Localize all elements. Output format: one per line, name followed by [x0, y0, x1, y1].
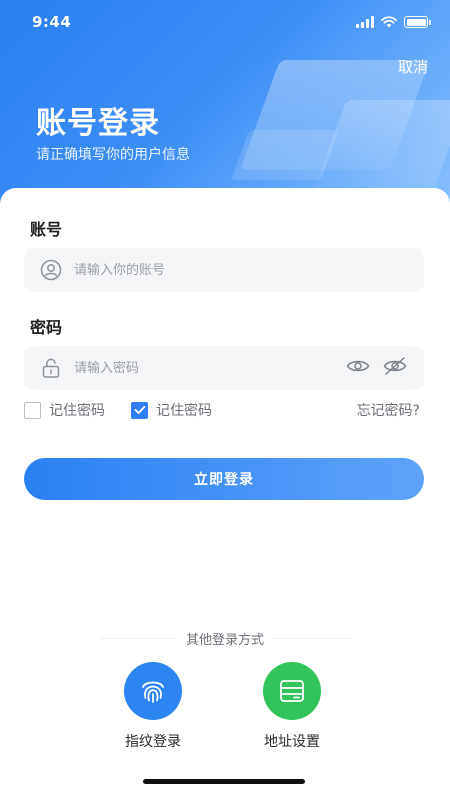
page-subtitle: 请正确填写你的用户信息 [36, 147, 190, 163]
header-decoration [230, 130, 340, 180]
other-login-title: 其他登录方式 [186, 632, 265, 648]
server-icon [280, 680, 304, 702]
password-input-box[interactable] [24, 346, 424, 390]
fingerprint-icon [142, 681, 164, 703]
page-title: 账号登录 [36, 106, 160, 141]
checkbox-checked[interactable] [131, 401, 148, 419]
login-button[interactable]: 立即登录 [24, 458, 424, 500]
address-circle[interactable] [263, 662, 321, 720]
status-time: 9:44 [32, 13, 72, 31]
signal-icon [356, 16, 374, 28]
cancel-button[interactable]: 取消 [398, 56, 428, 77]
home-indicator[interactable] [143, 779, 305, 784]
account-input-box[interactable] [24, 248, 424, 292]
user-circle-icon [40, 259, 62, 281]
password-visibility-toggles [346, 356, 408, 380]
account-label: 账号 [30, 220, 63, 239]
check-icon [134, 405, 145, 414]
login-card: 账号 密码 [0, 188, 450, 800]
address-settings-label: 地址设置 [264, 734, 320, 750]
divider-line [274, 637, 351, 639]
eye-off-icon[interactable] [382, 356, 408, 380]
eye-icon[interactable] [346, 357, 370, 379]
options-row: 记住密码 记住密码 忘记密码? [24, 398, 420, 422]
checkbox-unchecked[interactable] [24, 401, 41, 419]
forgot-password-link[interactable]: 忘记密码? [357, 400, 420, 420]
remember-password-unchecked[interactable]: 记住密码 [24, 400, 105, 420]
lock-icon [40, 357, 62, 379]
wifi-icon [381, 16, 397, 28]
fingerprint-login-label: 指纹登录 [125, 734, 181, 750]
battery-icon [404, 16, 431, 28]
fingerprint-circle[interactable] [124, 662, 182, 720]
remember-password-checked[interactable]: 记住密码 [131, 400, 212, 420]
login-screen: 9:44 取消 账号登录 请正确填写你的用户信息 账号 请输入你的账号 密码 记… [0, 0, 450, 800]
remember-label: 记住密码 [156, 403, 212, 419]
divider-line [100, 637, 176, 639]
password-input[interactable] [74, 360, 346, 376]
remember-label: 记住密码 [49, 403, 105, 419]
password-label: 密码 [30, 318, 63, 337]
address-settings-button[interactable]: 地址设置 [247, 662, 337, 751]
fingerprint-login-button[interactable]: 指纹登录 [108, 662, 198, 751]
status-bar: 9:44 [0, 0, 450, 44]
account-input[interactable] [74, 262, 408, 278]
status-icons [356, 16, 431, 28]
other-login-divider: 其他登录方式 [100, 628, 351, 648]
